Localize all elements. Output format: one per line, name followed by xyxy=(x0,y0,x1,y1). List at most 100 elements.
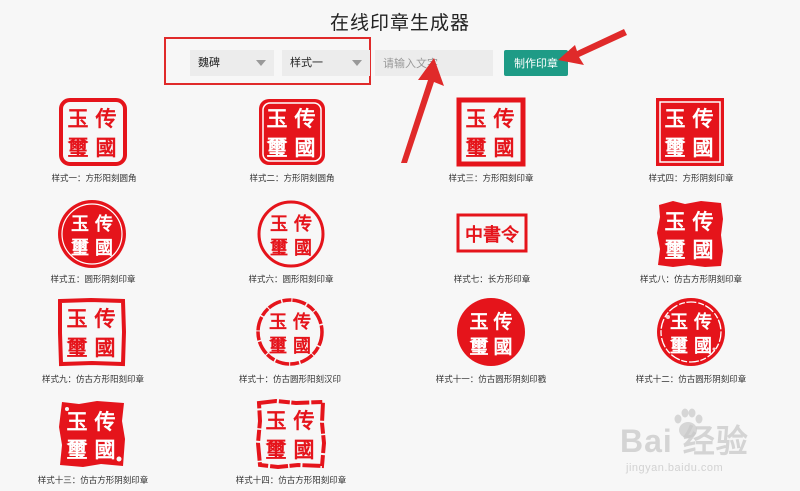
seal-char-xi: 璽 xyxy=(66,437,88,462)
seal-char-chuan: 传 xyxy=(293,213,312,235)
seal-char-yu: 玉 xyxy=(469,311,488,333)
seal-preview-11: 玉 传 璽 國 xyxy=(457,298,525,366)
seal-preview-6: 玉 传 璽 國 xyxy=(257,200,325,268)
font-select[interactable]: 魏碑 xyxy=(190,50,274,76)
seal-char-yu: 玉 xyxy=(71,214,89,235)
chevron-down-icon xyxy=(256,60,266,66)
make-seal-button[interactable]: 制作印章 xyxy=(504,50,568,76)
seal-border xyxy=(256,298,324,366)
seal-preview-9: 玉 传 璽 國 xyxy=(58,297,127,367)
font-select-value: 魏碑 xyxy=(198,56,220,69)
seal-char-yu: 玉 xyxy=(67,409,88,434)
seal-char-xi: 璽 xyxy=(66,335,88,360)
seal-char-yu: 玉 xyxy=(67,306,88,331)
seal-char-chuan: 传 xyxy=(493,106,515,131)
seal-char-xi: 璽 xyxy=(268,336,287,357)
watermark: Bai 经验 jingyan.baidu.com xyxy=(604,400,800,491)
seal-char-xi: 璽 xyxy=(468,336,488,358)
seal-char-guo: 國 xyxy=(294,238,312,259)
seal-char-guo: 國 xyxy=(96,135,117,160)
seal-preview-2: 玉 传 璽 國 xyxy=(259,99,325,165)
seal-preview-14: 玉 传 璽 國 xyxy=(256,399,326,469)
seal-border xyxy=(657,298,725,366)
seal-char-chuan: 传 xyxy=(95,106,117,131)
seal-wear-spot xyxy=(712,347,716,351)
seal-char-xi: 璽 xyxy=(269,238,288,259)
seal-caption-12: 样式十二：仿古圆形阴刻印章 xyxy=(635,375,747,385)
style-select-value: 样式一 xyxy=(290,56,323,69)
seal-wear-spot xyxy=(116,456,122,462)
seal-char-guo: 國 xyxy=(493,336,512,358)
seal-caption-5: 样式五：圆形阴刻印章 xyxy=(50,275,136,285)
seal-char-chuan: 传 xyxy=(294,106,316,131)
style-select[interactable]: 样式一 xyxy=(282,50,370,76)
seal-char-xi: 璽 xyxy=(664,135,686,160)
seal-preview-8: 玉 传 璽 國 xyxy=(657,201,723,267)
watermark-main: Bai 经验 xyxy=(620,423,749,459)
seal-caption-6: 样式六：圆形阳刻印章 xyxy=(248,275,334,285)
seal-char-yu: 玉 xyxy=(266,408,287,433)
seal-char-yu: 玉 xyxy=(670,312,688,333)
watermark-url: jingyan.baidu.com xyxy=(626,462,724,474)
seal-caption-1: 样式一：方形阳刻圆角 xyxy=(51,174,137,184)
seal-char-yu: 玉 xyxy=(269,312,287,333)
seal-caption-11: 样式十一：仿古圆形阴刻印戳 xyxy=(435,375,547,385)
seal-caption-4: 样式四：方形阴刻印章 xyxy=(648,174,734,184)
seal-char-xi: 璽 xyxy=(669,336,688,357)
seal-preview-10: 玉 传 璽 國 xyxy=(256,298,324,366)
seal-caption-13: 样式十三：仿古方形阴刻印章 xyxy=(37,476,149,486)
seal-caption-10: 样式十：仿古圆形阳刻汉印 xyxy=(238,375,342,385)
seal-char-chuan: 传 xyxy=(293,408,315,433)
seal-char-yu: 玉 xyxy=(466,106,487,131)
seal-char-xi: 璽 xyxy=(265,437,287,462)
seal-char-chuan: 传 xyxy=(94,213,113,235)
seal-caption-3: 样式三：方形阳刻印章 xyxy=(448,174,534,184)
seal-char-yu: 玉 xyxy=(68,106,89,131)
seal-char-xi: 璽 xyxy=(70,238,89,259)
seal-char-chuan: 传 xyxy=(492,310,512,333)
chevron-down-icon xyxy=(352,60,362,66)
seal-char-guo: 國 xyxy=(295,135,316,160)
seal-char-yu: 玉 xyxy=(270,214,288,235)
seal-preview-3: 玉 传 璽 國 xyxy=(456,97,526,167)
seal-preview-1: 玉 传 璽 國 xyxy=(59,98,127,166)
seal-char-guo: 國 xyxy=(693,135,714,160)
seal-char-guo: 國 xyxy=(95,335,116,360)
seal-char-yu: 玉 xyxy=(665,209,686,234)
seal-preview-7: 中書令 xyxy=(456,213,528,253)
seal-char-xi: 璽 xyxy=(67,135,89,160)
seal-char-guo: 國 xyxy=(95,238,113,259)
page-title: 在线印章生成器 xyxy=(329,12,470,34)
seal-border xyxy=(457,298,525,366)
seal-char-guo: 國 xyxy=(494,135,515,160)
seal-char-chuan: 传 xyxy=(693,311,712,333)
seal-caption-8: 样式八：仿古方形阴刻印章 xyxy=(639,275,743,285)
seal-caption-9: 样式九：仿古方形阳刻印章 xyxy=(41,375,145,385)
seal-border xyxy=(257,200,325,268)
seal-char-guo: 國 xyxy=(294,437,315,462)
seal-text-long: 中書令 xyxy=(465,224,520,246)
seal-char-guo: 國 xyxy=(694,336,712,357)
seal-border xyxy=(58,200,126,268)
seal-char-yu: 玉 xyxy=(267,106,288,131)
seal-char-xi: 璽 xyxy=(465,135,487,160)
seal-char-chuan: 传 xyxy=(692,209,714,234)
seal-caption-2: 样式二：方形阴刻圆角 xyxy=(249,174,335,184)
seal-char-chuan: 传 xyxy=(292,311,311,333)
seal-preview-12: 玉 传 璽 國 xyxy=(657,298,725,366)
seal-char-guo: 國 xyxy=(95,437,116,462)
seal-preview-4: 玉 传 璽 國 xyxy=(656,98,724,166)
seal-caption-14: 样式十四：仿古方形阳刻印章 xyxy=(235,476,347,486)
seal-char-yu: 玉 xyxy=(665,106,686,131)
seal-char-xi: 璽 xyxy=(664,237,686,262)
seal-char-xi: 璽 xyxy=(266,135,288,160)
seal-char-chuan: 传 xyxy=(692,106,714,131)
seal-caption-7: 样式七：长方形印章 xyxy=(453,275,531,285)
seal-char-guo: 國 xyxy=(693,237,714,262)
seal-char-chuan: 传 xyxy=(94,409,116,434)
seal-preview-5: 玉 传 璽 國 xyxy=(58,200,126,268)
seal-char-chuan: 传 xyxy=(94,306,116,331)
seal-preview-13: 玉 传 璽 國 xyxy=(59,401,125,467)
seal-char-guo: 國 xyxy=(293,336,311,357)
seal-text-input[interactable] xyxy=(375,50,493,76)
